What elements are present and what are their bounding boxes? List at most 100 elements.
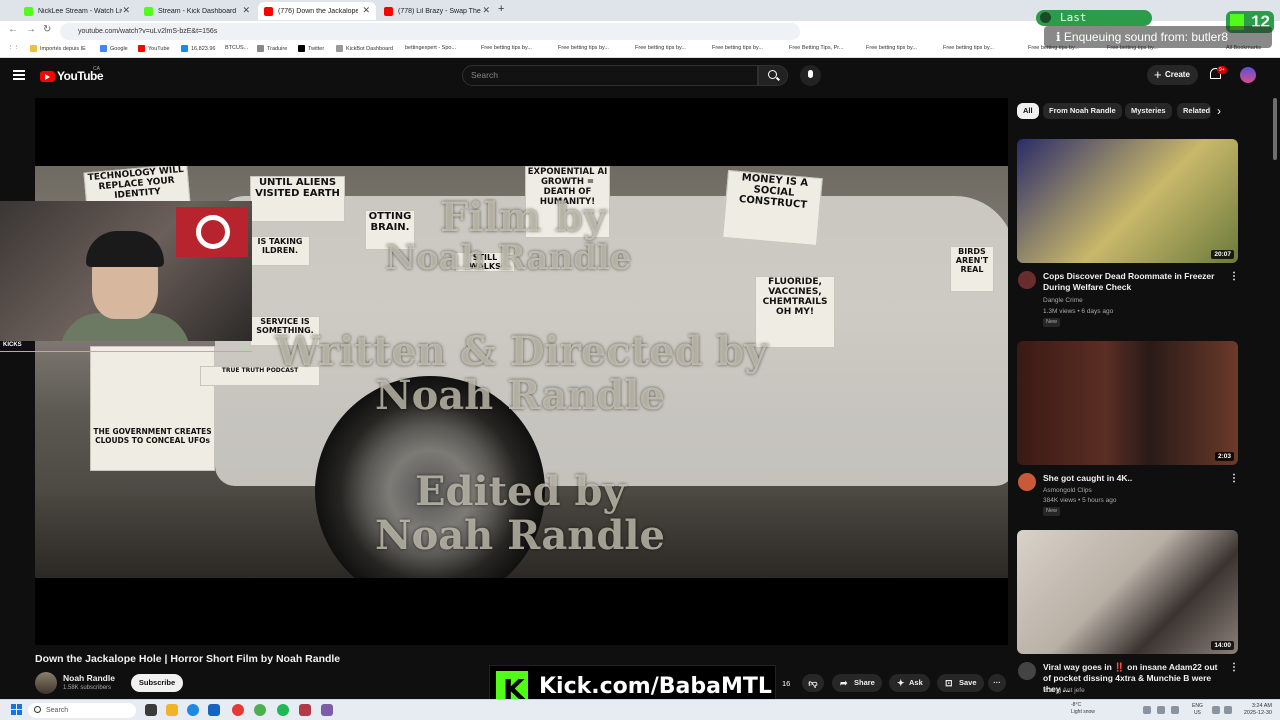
streamer-webcam bbox=[0, 201, 252, 341]
bookmark-item[interactable]: Google bbox=[100, 45, 128, 52]
account-avatar[interactable] bbox=[1240, 67, 1256, 83]
bookmark-item[interactable]: bettingexpert - Spo... bbox=[405, 45, 456, 51]
channel-avatar[interactable] bbox=[35, 672, 57, 694]
bookmark-item[interactable]: Free Betting Tips, Pr... bbox=[789, 45, 843, 51]
close-icon[interactable]: ✕ bbox=[362, 5, 370, 16]
tab-nicklee-stream[interactable]: NickLee Stream - Watch Live o... ✕ bbox=[18, 2, 136, 20]
app-icon[interactable] bbox=[299, 704, 311, 716]
video-title: Down the Jackalope Hole | Horror Short F… bbox=[35, 653, 341, 665]
recommendation-channel[interactable]: Dangle Crime bbox=[1043, 297, 1083, 304]
channel-avatar[interactable] bbox=[1018, 473, 1036, 491]
recommendation-thumbnail[interactable]: 14:00 bbox=[1017, 530, 1238, 654]
bookmark-item: BTCUS... bbox=[225, 45, 248, 51]
bookmark-item[interactable]: Free betting tips by... bbox=[712, 45, 763, 51]
tray-app-icon[interactable] bbox=[1171, 706, 1179, 714]
bookmark-item[interactable]: YouTube bbox=[138, 45, 170, 52]
bookmark-item[interactable]: Importés depuis IE bbox=[30, 45, 86, 52]
page-scrollbar[interactable] bbox=[1273, 98, 1277, 160]
chip-from-channel[interactable]: From Noah Randle bbox=[1043, 103, 1122, 119]
tab-kick-dashboard[interactable]: Stream - Kick Dashboard ✕ bbox=[138, 2, 256, 20]
more-vert-icon[interactable]: ⋮ bbox=[1229, 271, 1239, 282]
create-button[interactable]: + Create bbox=[1147, 65, 1198, 85]
chevron-right-icon[interactable]: › bbox=[1217, 104, 1221, 118]
bookmark-label: KickBot Dashboard bbox=[346, 45, 394, 52]
tray-chevron-icon[interactable] bbox=[1143, 706, 1151, 714]
more-vert-icon[interactable]: ⋮ bbox=[1229, 473, 1239, 484]
forward-icon[interactable]: → bbox=[26, 24, 36, 35]
task-view-icon[interactable] bbox=[145, 704, 157, 716]
last-subscriber-label: Last Subscriber bbox=[1036, 10, 1152, 40]
new-tab-icon[interactable]: + bbox=[498, 3, 504, 15]
app-icon[interactable] bbox=[321, 704, 333, 716]
thumbs-down-icon: 👎︎ bbox=[808, 678, 818, 688]
duration-badge: 20:07 bbox=[1211, 250, 1234, 259]
voice-search-button[interactable] bbox=[800, 65, 821, 86]
reload-icon[interactable]: ↻ bbox=[43, 24, 51, 35]
tab-label: (776) Down the Jackalope H... bbox=[278, 7, 358, 15]
bookmark-label: Free betting tips by... bbox=[943, 45, 994, 51]
channel-name[interactable]: Noah Randle bbox=[63, 673, 115, 683]
recommendation-thumbnail[interactable]: 20:07 bbox=[1017, 139, 1238, 263]
save-button[interactable]: ⊡ Save bbox=[937, 674, 984, 692]
file-explorer-icon[interactable] bbox=[166, 704, 178, 716]
recommendation-title[interactable]: Cops Discover Dead Roommate in Freezer D… bbox=[1043, 271, 1223, 293]
chrome-icon[interactable] bbox=[254, 704, 266, 716]
bookmark-item[interactable]: Free betting tips by... bbox=[866, 45, 917, 51]
chip-mysteries[interactable]: Mysteries bbox=[1125, 103, 1172, 119]
bookmark-item[interactable]: KickBot Dashboard bbox=[336, 45, 393, 52]
volume-icon[interactable] bbox=[1224, 706, 1232, 714]
language-indicator[interactable]: ENG US bbox=[1192, 703, 1203, 717]
channel-avatar[interactable] bbox=[1018, 662, 1036, 680]
bookmark-item[interactable]: 16,823.96 bbox=[181, 45, 215, 52]
dislike-button[interactable]: 👎︎ bbox=[802, 674, 824, 692]
recommendation-title[interactable]: She got caught in 4K.. bbox=[1043, 473, 1223, 484]
chip-all[interactable]: All bbox=[1017, 103, 1039, 119]
like-count[interactable]: 16 bbox=[778, 675, 790, 693]
channel-avatar[interactable] bbox=[1018, 271, 1036, 289]
share-button[interactable]: ➦ Share bbox=[832, 674, 882, 692]
tab-youtube-jackalope[interactable]: (776) Down the Jackalope H... ✕ bbox=[258, 2, 376, 20]
ask-button[interactable]: ✦ Ask bbox=[889, 674, 930, 692]
weather-widget[interactable]: -8°C Light snow bbox=[1071, 702, 1095, 716]
menu-icon[interactable] bbox=[13, 70, 25, 80]
poster: THE GOVERNMENT CREATES CLOUDS TO CONCEAL… bbox=[90, 346, 215, 471]
close-icon[interactable]: ✕ bbox=[482, 5, 490, 16]
bookmark-item[interactable]: Free betting tips by... bbox=[481, 45, 532, 51]
recommendation-thumbnail[interactable]: 2:03 bbox=[1017, 341, 1238, 465]
weather-desc: Light snow bbox=[1071, 709, 1095, 715]
apps-icon[interactable]: ⋮⋮ bbox=[8, 45, 19, 51]
bookmark-label: BTCUS... bbox=[225, 45, 249, 51]
edge-icon[interactable] bbox=[187, 704, 199, 716]
subscribe-button[interactable]: Subscribe bbox=[131, 674, 183, 692]
recommendation-channel[interactable]: Asmongold Clips bbox=[1043, 487, 1092, 494]
spotify-icon[interactable] bbox=[277, 704, 289, 716]
more-actions-button[interactable]: ··· bbox=[988, 674, 1006, 692]
search-input[interactable]: Search bbox=[462, 65, 758, 86]
chip-related[interactable]: Related bbox=[1177, 103, 1211, 119]
close-icon[interactable]: ✕ bbox=[242, 5, 250, 16]
tray-app-icon[interactable] bbox=[1157, 706, 1165, 714]
bookmark-item[interactable]: Twitter bbox=[298, 45, 324, 52]
youtube-logo[interactable]: YouTube CA bbox=[40, 66, 104, 83]
app-icon[interactable] bbox=[232, 704, 244, 716]
store-icon[interactable] bbox=[208, 704, 220, 716]
user-icon bbox=[1040, 12, 1051, 23]
video-player[interactable]: TECHNOLOGY WILL REPLACE YOUR IDENTITY UN… bbox=[35, 98, 1008, 645]
tab-youtube-lil-brazy[interactable]: (778) Lil Brazy - Swap The Gun... ✕ bbox=[378, 2, 496, 20]
logo-mark bbox=[196, 215, 230, 249]
more-vert-icon[interactable]: ⋮ bbox=[1229, 662, 1239, 673]
search-icon bbox=[34, 706, 41, 713]
bookmark-item[interactable]: Free betting tips by... bbox=[635, 45, 686, 51]
search-button[interactable] bbox=[758, 65, 788, 86]
close-icon[interactable]: ✕ bbox=[122, 5, 130, 16]
taskbar-search[interactable]: Search bbox=[28, 703, 136, 718]
back-icon[interactable]: ← bbox=[8, 24, 18, 35]
url-input[interactable]: youtube.com/watch?v=uLv2lmS-bzE&t=156s bbox=[60, 23, 800, 40]
bookmark-item[interactable]: Free betting tips by... bbox=[943, 45, 994, 51]
bookmark-item[interactable]: Free betting tips by... bbox=[558, 45, 609, 51]
wifi-icon[interactable] bbox=[1212, 706, 1220, 714]
windows-start-icon[interactable] bbox=[11, 704, 22, 715]
clock[interactable]: 3:24 AM 2025-12-30 bbox=[1234, 703, 1272, 717]
bookmark-item[interactable]: Traduire bbox=[257, 45, 287, 52]
recommendation-channel[interactable]: Young Ant jefe bbox=[1043, 687, 1085, 694]
